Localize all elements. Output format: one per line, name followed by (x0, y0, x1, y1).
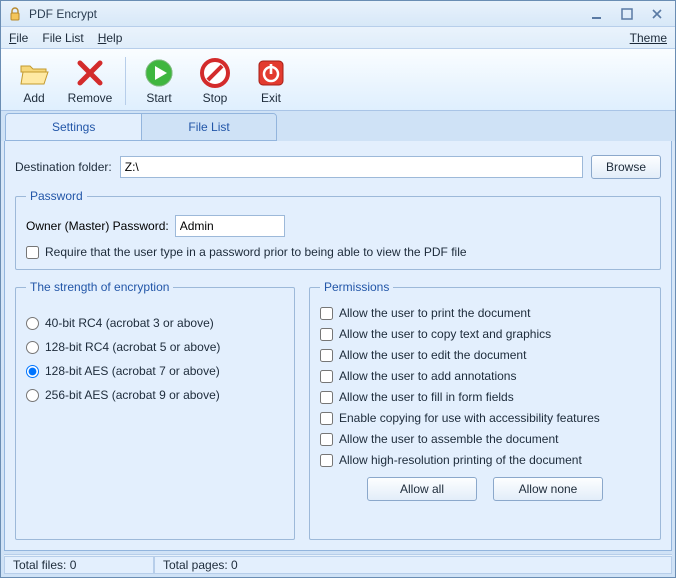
menu-file[interactable]: File (9, 31, 28, 45)
perm-high-res-print[interactable]: Allow high-resolution printing of the do… (320, 453, 650, 467)
perm-annotate[interactable]: Allow the user to add annotations (320, 369, 650, 383)
stop-label: Stop (203, 91, 228, 105)
status-bar: Total files: 0 Total pages: 0 (4, 554, 672, 574)
toolbar: Add Remove Start Stop Exit (1, 49, 675, 111)
owner-password-input[interactable] (175, 215, 285, 237)
perm-edit[interactable]: Allow the user to edit the document (320, 348, 650, 362)
play-icon (143, 57, 175, 89)
minimize-button[interactable] (585, 5, 609, 23)
perm-print[interactable]: Allow the user to print the document (320, 306, 650, 320)
allow-all-button[interactable]: Allow all (367, 477, 477, 501)
owner-password-label: Owner (Master) Password: (26, 219, 169, 233)
destination-input[interactable] (120, 156, 583, 178)
folder-open-icon (18, 57, 50, 89)
add-button[interactable]: Add (7, 52, 61, 110)
password-legend: Password (26, 189, 87, 203)
status-total-files: Total files: 0 (4, 556, 154, 574)
start-label: Start (146, 91, 171, 105)
stop-icon (199, 57, 231, 89)
app-icon (7, 6, 23, 22)
start-button[interactable]: Start (132, 52, 186, 110)
encryption-option-2[interactable]: 128-bit AES (acrobat 7 or above) (26, 364, 284, 378)
remove-button[interactable]: Remove (63, 52, 117, 110)
perm-fill-forms[interactable]: Allow the user to fill in form fields (320, 390, 650, 404)
menu-theme[interactable]: Theme (630, 31, 667, 45)
tab-file-list[interactable]: File List (142, 114, 275, 140)
require-password-checkbox[interactable]: Require that the user type in a password… (26, 245, 650, 259)
settings-panel: Destination folder: Browse Password Owne… (4, 141, 672, 551)
title-bar: PDF Encrypt (1, 1, 675, 27)
destination-label: Destination folder: (15, 160, 112, 174)
browse-button[interactable]: Browse (591, 155, 661, 179)
perm-copy[interactable]: Allow the user to copy text and graphics (320, 327, 650, 341)
status-total-pages: Total pages: 0 (154, 556, 672, 574)
encryption-option-3[interactable]: 256-bit AES (acrobat 9 or above) (26, 388, 284, 402)
menu-file-list[interactable]: File List (42, 31, 83, 45)
permissions-legend: Permissions (320, 280, 393, 294)
power-icon (255, 57, 287, 89)
exit-label: Exit (261, 91, 281, 105)
encryption-group: The strength of encryption 40-bit RC4 (a… (15, 280, 295, 540)
require-password-input[interactable] (26, 246, 39, 259)
add-label: Add (23, 91, 44, 105)
tab-settings[interactable]: Settings (6, 114, 142, 140)
encryption-legend: The strength of encryption (26, 280, 173, 294)
delete-x-icon (74, 57, 106, 89)
require-password-label: Require that the user type in a password… (45, 245, 467, 259)
menu-bar: File File List Help Theme (1, 27, 675, 49)
perm-accessibility[interactable]: Enable copying for use with accessibilit… (320, 411, 650, 425)
menu-help[interactable]: Help (98, 31, 123, 45)
window-title: PDF Encrypt (29, 7, 579, 21)
close-button[interactable] (645, 5, 669, 23)
destination-row: Destination folder: Browse (15, 155, 661, 179)
exit-button[interactable]: Exit (244, 52, 298, 110)
permissions-group: Permissions Allow the user to print the … (309, 280, 661, 540)
allow-none-button[interactable]: Allow none (493, 477, 603, 501)
encryption-option-0[interactable]: 40-bit RC4 (acrobat 3 or above) (26, 316, 284, 330)
maximize-button[interactable] (615, 5, 639, 23)
toolbar-separator (125, 57, 126, 105)
password-group: Password Owner (Master) Password: Requir… (15, 189, 661, 270)
perm-assemble[interactable]: Allow the user to assemble the document (320, 432, 650, 446)
tab-strip: Settings File List (1, 111, 675, 141)
encryption-option-1[interactable]: 128-bit RC4 (acrobat 5 or above) (26, 340, 284, 354)
stop-button[interactable]: Stop (188, 52, 242, 110)
remove-label: Remove (68, 91, 113, 105)
